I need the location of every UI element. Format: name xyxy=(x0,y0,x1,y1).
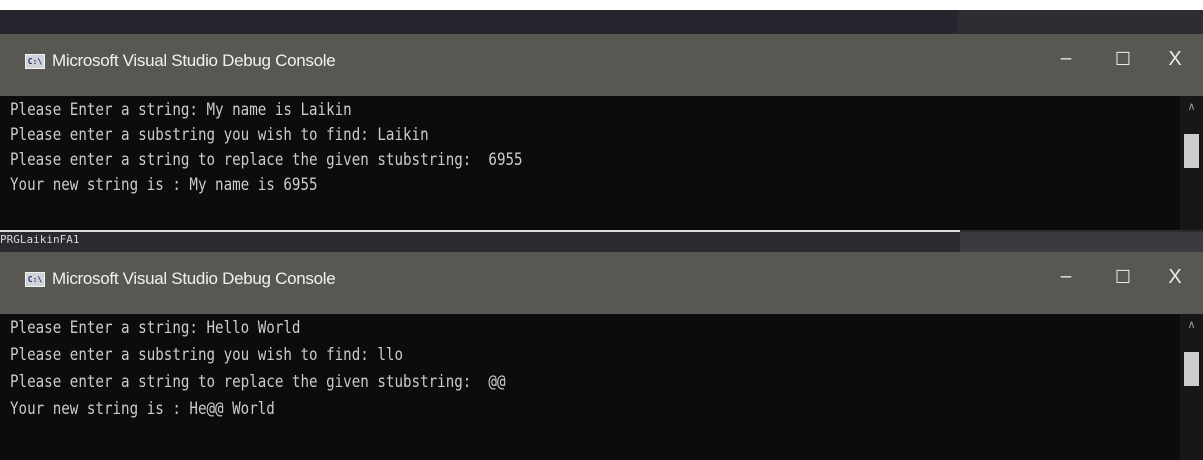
scroll-up-icon[interactable]: ∧ xyxy=(1180,318,1203,332)
console-line: Please enter a string to replace the giv… xyxy=(10,150,523,169)
scroll-up-icon[interactable]: ∧ xyxy=(1180,100,1203,114)
ide-background-panel xyxy=(958,10,1203,34)
debug-console-window-2[interactable]: C:\ Microsoft Visual Studio Debug Consol… xyxy=(0,252,1203,460)
minimize-button[interactable]: – xyxy=(1051,47,1081,71)
window-titlebar[interactable]: C:\ Microsoft Visual Studio Debug Consol… xyxy=(0,34,1203,96)
close-button[interactable]: X xyxy=(1160,265,1190,289)
scroll-thumb[interactable] xyxy=(1184,134,1199,168)
maximize-button[interactable]: ☐ xyxy=(1108,47,1138,71)
window-title: Microsoft Visual Studio Debug Console xyxy=(52,51,336,70)
console-app-icon: C:\ xyxy=(25,272,45,287)
console-line: Please enter a substring you wish to fin… xyxy=(10,125,429,144)
console-app-icon: C:\ xyxy=(25,54,45,69)
scroll-thumb[interactable] xyxy=(1184,352,1199,386)
window-titlebar[interactable]: C:\ Microsoft Visual Studio Debug Consol… xyxy=(0,252,1203,314)
console-line: Please enter a string to replace the giv… xyxy=(10,372,506,391)
window-title: Microsoft Visual Studio Debug Console xyxy=(52,269,336,288)
console-line: Please enter a substring you wish to fin… xyxy=(10,345,403,364)
solution-explorer-label: PRGLaikinFA1 xyxy=(0,233,80,246)
console-line: Please Enter a string: My name is Laikin xyxy=(10,100,352,119)
console-line: Your new string is : My name is 6955 xyxy=(10,175,318,194)
vertical-scrollbar[interactable]: ∧ xyxy=(1180,96,1203,230)
console-output[interactable]: Please Enter a string: Hello World Pleas… xyxy=(0,314,1180,460)
console-line: Your new string is : He@@ World xyxy=(10,399,275,418)
debug-console-window-1[interactable]: C:\ Microsoft Visual Studio Debug Consol… xyxy=(0,34,1203,230)
minimize-button[interactable]: – xyxy=(1051,265,1081,289)
vertical-scrollbar[interactable]: ∧ xyxy=(1180,314,1203,460)
console-line: Please Enter a string: Hello World xyxy=(10,318,301,337)
ide-background-strip: PRGLaikinFA1 xyxy=(0,230,1203,252)
console-output[interactable]: Please Enter a string: My name is Laikin… xyxy=(0,96,1180,230)
separator-line xyxy=(0,230,960,232)
maximize-button[interactable]: ☐ xyxy=(1108,265,1138,289)
close-button[interactable]: X xyxy=(1160,47,1190,71)
ide-background-panel xyxy=(960,232,1203,252)
